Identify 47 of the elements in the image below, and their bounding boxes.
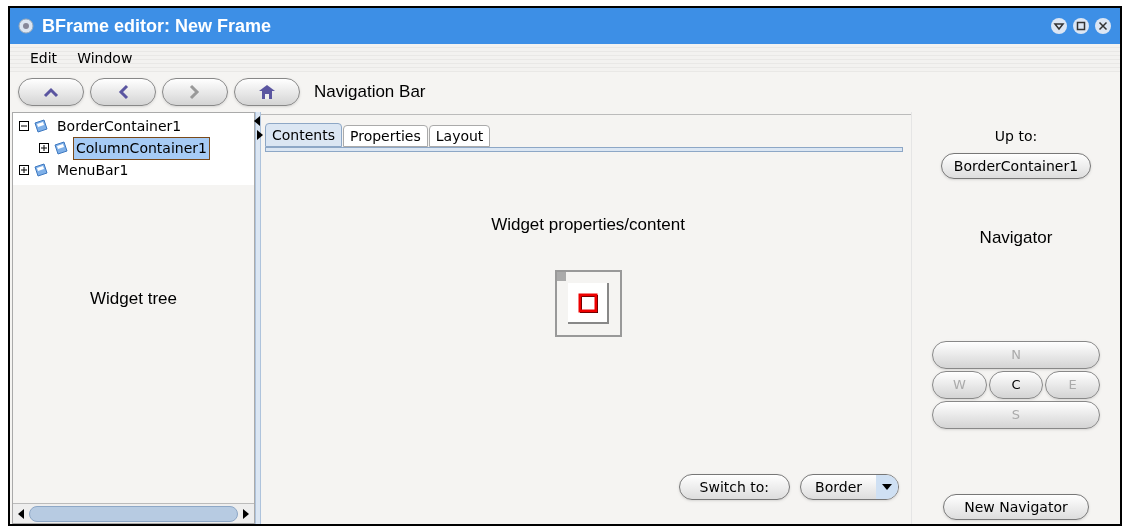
scroll-left-icon[interactable] xyxy=(17,508,25,519)
splitter[interactable] xyxy=(255,112,261,524)
maximize-icon[interactable] xyxy=(1072,17,1090,35)
expand-right-icon[interactable] xyxy=(257,130,263,140)
tree-item[interactable]: ColumnContainer1 xyxy=(73,136,210,160)
widget-icon xyxy=(33,162,49,178)
widget-icon xyxy=(53,140,69,156)
close-icon[interactable] xyxy=(1094,17,1112,35)
up-icon xyxy=(43,86,59,98)
tab[interactable]: Contents xyxy=(265,123,342,147)
tree-item[interactable]: BorderContainer1 xyxy=(53,114,186,138)
menu-item[interactable]: Window xyxy=(73,47,137,69)
direction-button[interactable]: C xyxy=(988,370,1044,399)
switch-to-button[interactable]: Switch to: xyxy=(678,474,791,500)
up-to-button[interactable]: BorderContainer1 xyxy=(940,153,1092,179)
new-navigator-button[interactable]: New Navigator xyxy=(943,494,1089,520)
home-button[interactable] xyxy=(234,78,300,106)
toolbar-label: Navigation Bar xyxy=(314,81,426,104)
layout-dropdown[interactable]: Border xyxy=(800,474,899,500)
scroll-right-icon[interactable] xyxy=(242,508,250,519)
panel-caption: Navigator xyxy=(979,227,1053,249)
widget-preview[interactable] xyxy=(554,269,622,337)
window-menu-icon[interactable] xyxy=(18,18,34,34)
forward-icon xyxy=(189,84,201,100)
tab[interactable]: Properties xyxy=(343,125,428,147)
panel-caption: Widget properties/content xyxy=(491,214,685,236)
corner-handle[interactable] xyxy=(556,271,566,281)
back-button[interactable] xyxy=(90,78,156,106)
border-container-icon xyxy=(566,281,610,325)
collapse-icon[interactable] xyxy=(19,121,29,131)
horizontal-scrollbar[interactable] xyxy=(13,503,254,523)
tab[interactable]: Layout xyxy=(428,125,491,147)
panel-caption: Widget tree xyxy=(90,288,177,311)
up-to-label: Up to: xyxy=(994,127,1038,146)
dropdown-value: Border xyxy=(814,477,863,497)
tree-item[interactable]: MenuBar1 xyxy=(53,158,133,182)
minimize-icon[interactable] xyxy=(1050,17,1068,35)
scroll-thumb[interactable] xyxy=(29,505,238,522)
back-icon xyxy=(117,84,129,100)
widget-icon xyxy=(33,118,49,134)
home-icon xyxy=(258,84,276,100)
menu-item[interactable]: Edit xyxy=(26,47,62,69)
expand-icon[interactable] xyxy=(39,143,49,153)
dropdown-arrow-icon xyxy=(882,484,892,490)
expand-icon[interactable] xyxy=(19,165,29,175)
up-button[interactable] xyxy=(18,78,84,106)
window-title: BFrame editor: New Frame xyxy=(42,14,272,38)
